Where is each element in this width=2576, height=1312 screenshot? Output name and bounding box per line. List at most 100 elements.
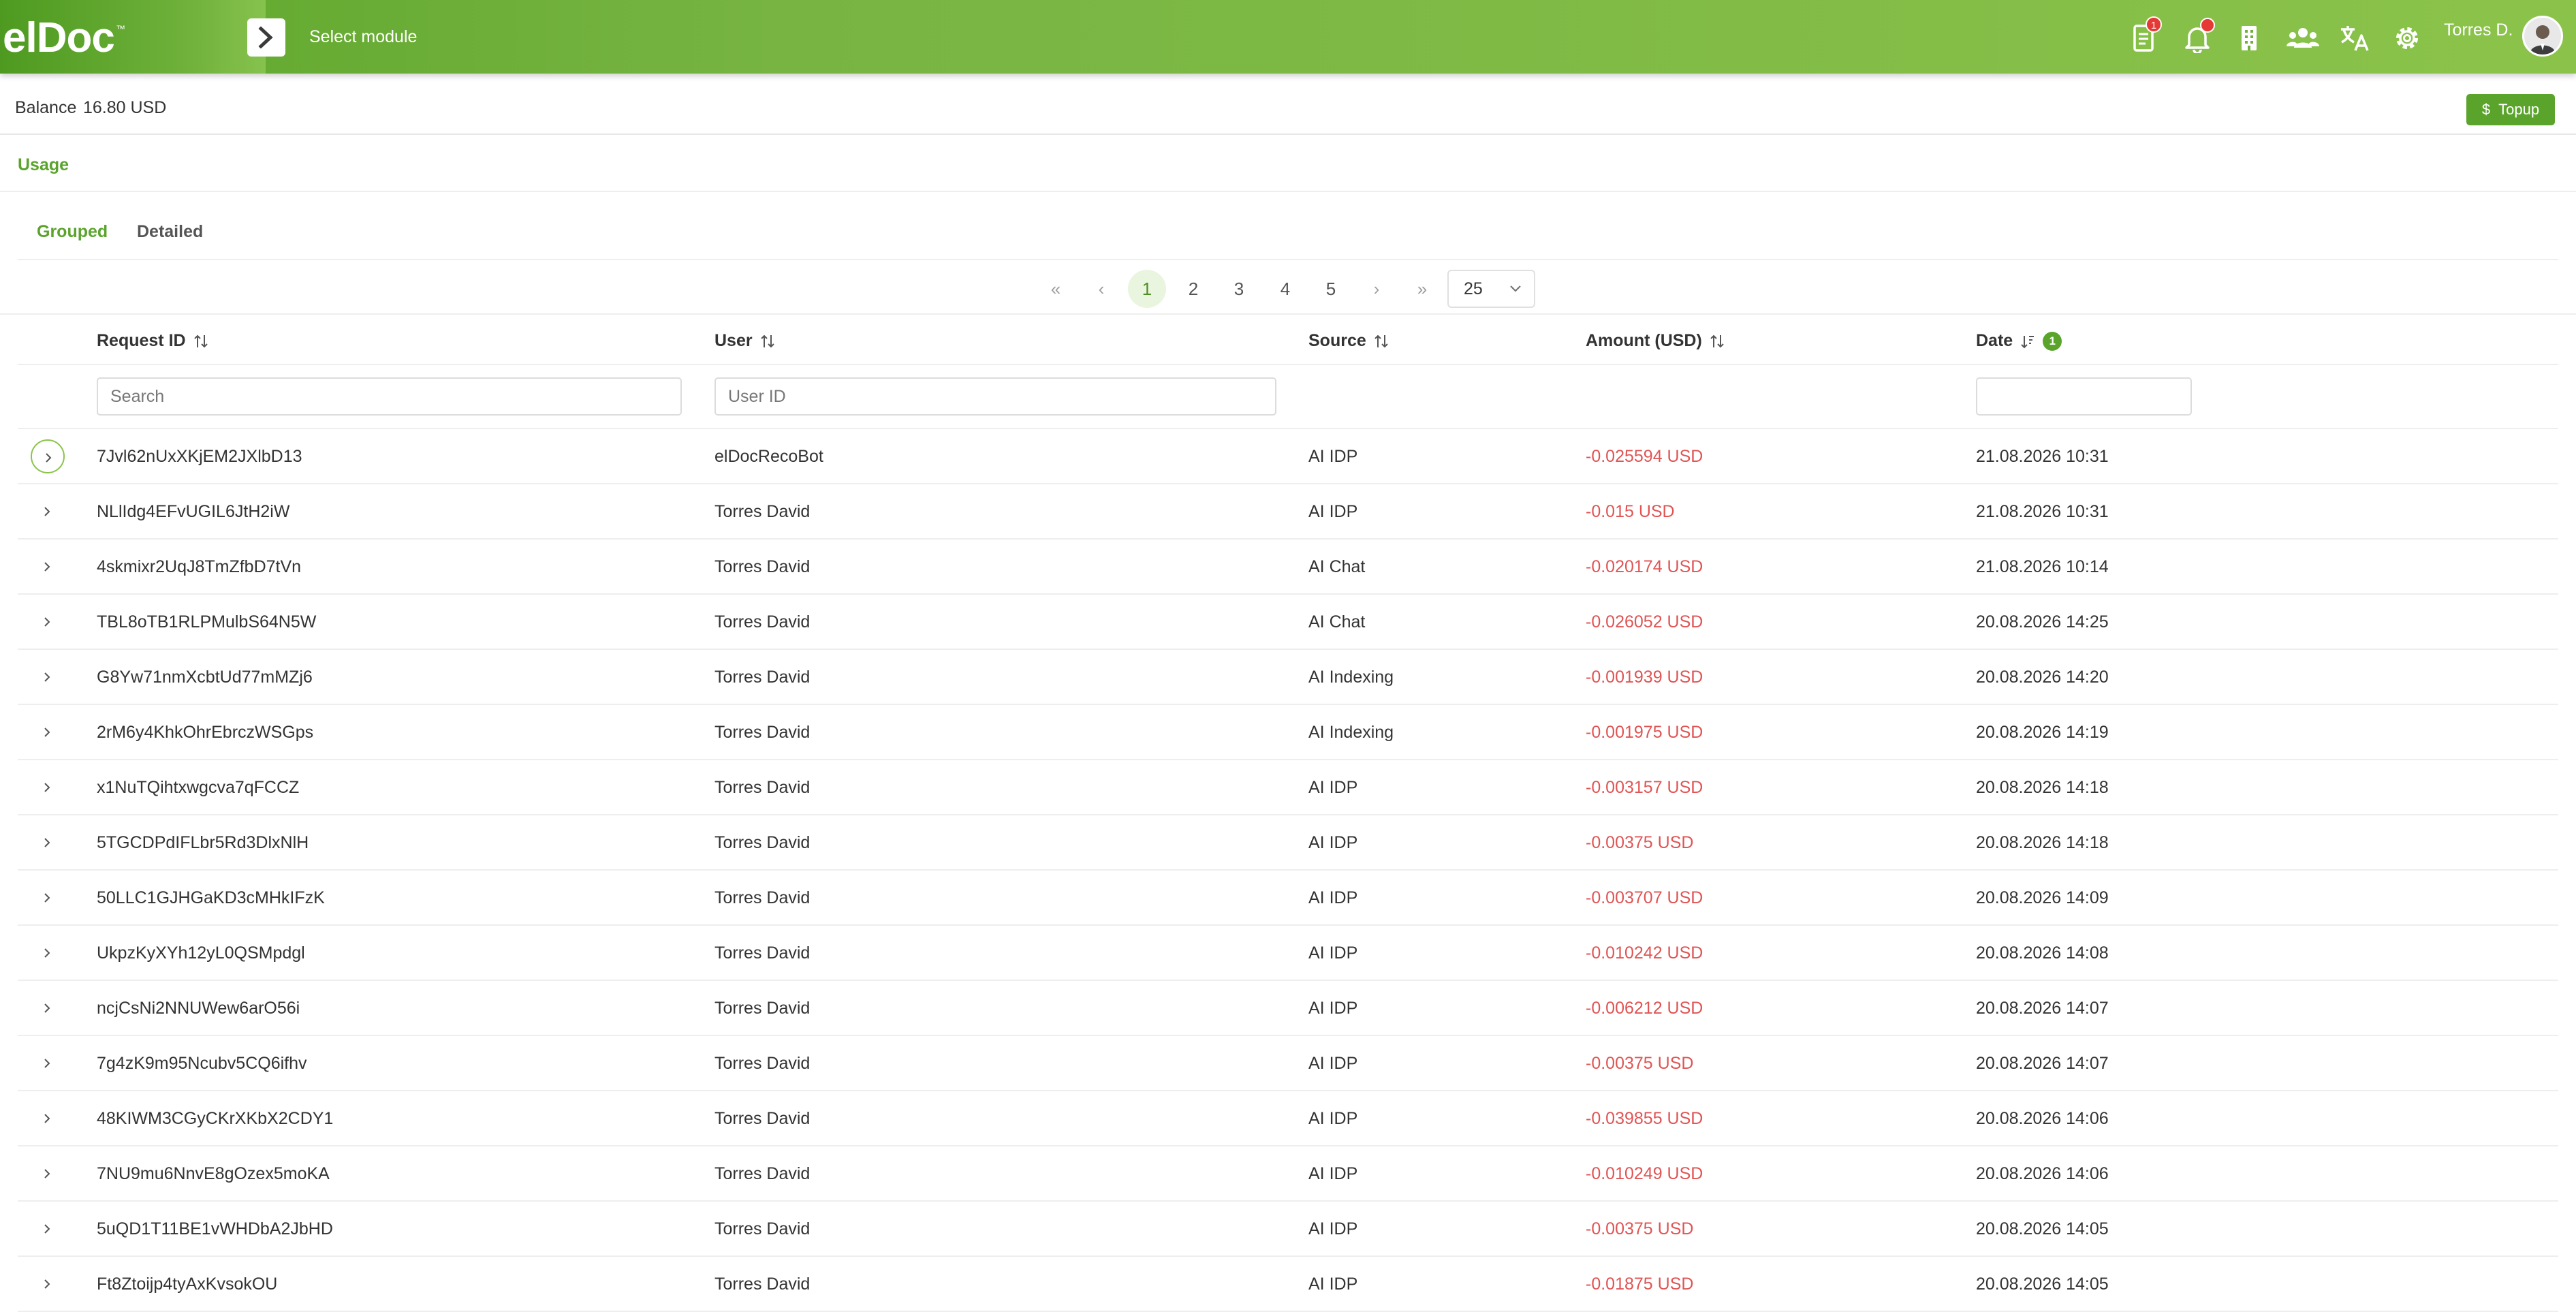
topup-button[interactable]: $ Topup — [2466, 94, 2555, 125]
expand-row-button[interactable] — [31, 495, 65, 529]
page-button-5[interactable]: 5 — [1312, 270, 1350, 308]
expand-row-button[interactable] — [31, 715, 65, 749]
chevron-right-icon — [46, 453, 52, 463]
table-row[interactable]: 7NU9mu6NnvE8gOzex5moKA Torres David AI IDP… — [18, 1146, 2558, 1202]
last-page-button[interactable]: » — [1403, 270, 1441, 308]
source-cell: AI IDP — [1308, 1164, 1358, 1183]
table-row[interactable]: 7Jvl62nUxXKjEM2JXlbD13 elDocRecoBot AI IDP… — [18, 429, 2558, 484]
organization-button[interactable] — [2230, 18, 2269, 57]
chevron-right-icon — [44, 562, 50, 572]
table-row[interactable]: 48KIWM3CGyCKrXKbX2CDY1 Torres David AI IDP… — [18, 1091, 2558, 1146]
expand-row-button[interactable] — [31, 439, 65, 473]
table-row[interactable]: 5TGCDPdIFLbr5Rd3DlxNlH Torres David AI IDP… — [18, 815, 2558, 871]
expand-row-button[interactable] — [31, 660, 65, 694]
column-header-source[interactable]: Source — [1308, 331, 1388, 351]
gear-icon — [2396, 27, 2418, 49]
expand-row-button[interactable] — [31, 1102, 65, 1136]
source-cell: AI IDP — [1308, 833, 1358, 852]
request-id-cell: 2rM6y4KhkOhrEbrczWSGps — [97, 723, 314, 742]
select-module-button[interactable] — [247, 18, 285, 57]
user-id-filter-input[interactable] — [714, 377, 1276, 416]
chevron-right-icon — [44, 672, 50, 682]
table-row[interactable]: 5uQD1T11BE1vWHDbA2JbHD Torres David AI IDP… — [18, 1202, 2558, 1257]
language-button[interactable] — [2334, 18, 2373, 57]
date-cell: 21.08.2026 10:14 — [1976, 557, 2109, 576]
chevron-right-icon — [44, 783, 50, 792]
request-id-cell: 5TGCDPdIFLbr5Rd3DlxNlH — [97, 833, 309, 852]
settings-button[interactable] — [2387, 18, 2426, 57]
table-row[interactable]: Ft8Ztoijp4tyAxKvsokOU Torres David AI IDP -… — [18, 1257, 2558, 1312]
rows-per-page-value: 25 — [1464, 279, 1483, 298]
table-row[interactable]: TBL8oTB1RLPMulbS64N5W Torres David AI Chat… — [18, 595, 2558, 650]
table-row[interactable]: NLlIdg4EFvUGIL6JtH2iW Torres David AI IDP -… — [18, 484, 2558, 540]
page-title: Usage — [18, 155, 69, 174]
tab-detailed[interactable]: Detailed — [137, 222, 203, 251]
app-logo[interactable]: elDoc — [3, 14, 115, 62]
request-id-search-input[interactable] — [97, 377, 682, 416]
expand-row-button[interactable] — [31, 605, 65, 639]
table-row[interactable]: 7g4zK9m95Ncubv5CQ6ifhv Torres David AI IDP… — [18, 1036, 2558, 1091]
request-id-cell: UkpzKyXYh12yL0QSMpdgl — [97, 943, 305, 963]
notifications-button[interactable] — [2177, 18, 2216, 57]
page-button-1[interactable]: 1 — [1128, 270, 1166, 308]
column-header-request-id[interactable]: Request ID — [97, 331, 208, 351]
amount-cell: -0.020174 USD — [1586, 557, 1703, 576]
table-row[interactable]: x1NuTQihtxwgcva7qFCCZ Torres David AI IDP -… — [18, 760, 2558, 815]
first-page-button[interactable]: « — [1037, 270, 1075, 308]
amount-cell: -0.001975 USD — [1586, 723, 1703, 742]
request-id-cell: 48KIWM3CGyCKrXKbX2CDY1 — [97, 1109, 334, 1128]
expand-row-button[interactable] — [31, 1212, 65, 1246]
select-module-label[interactable]: Select module — [309, 27, 417, 47]
table-row[interactable]: UkpzKyXYh12yL0QSMpdgl Torres David AI IDP -… — [18, 926, 2558, 981]
chevron-right-icon — [44, 1169, 50, 1178]
amount-cell: -0.039855 USD — [1586, 1109, 1703, 1128]
balance-label: Balance — [15, 98, 77, 117]
page-button-2[interactable]: 2 — [1174, 270, 1212, 308]
expand-row-button[interactable] — [31, 1157, 65, 1191]
amount-cell: -0.010249 USD — [1586, 1164, 1703, 1183]
expand-row-button[interactable] — [31, 991, 65, 1025]
date-cell: 20.08.2026 14:05 — [1976, 1275, 2109, 1294]
table-row[interactable]: ncjCsNi2NNUWew6arO56i Torres David AI IDP -… — [18, 981, 2558, 1036]
table-body: 7Jvl62nUxXKjEM2JXlbD13 elDocRecoBot AI IDP… — [18, 429, 2558, 1312]
table-row[interactable]: 4skmixr2UqJ8TmZfbD7tVn Torres David AI Cha… — [18, 540, 2558, 595]
expand-row-button[interactable] — [31, 1046, 65, 1080]
sort-icon — [193, 334, 208, 347]
expand-row-button[interactable] — [31, 881, 65, 915]
source-cell: AI IDP — [1308, 888, 1358, 907]
column-header-date[interactable]: Date 1 — [1976, 331, 2062, 351]
expand-row-button[interactable] — [31, 550, 65, 584]
avatar[interactable] — [2522, 16, 2563, 57]
request-id-cell: NLlIdg4EFvUGIL6JtH2iW — [97, 502, 290, 521]
users-button[interactable] — [2280, 18, 2320, 57]
amount-cell: -0.003707 USD — [1586, 888, 1703, 907]
next-page-button[interactable]: › — [1357, 270, 1396, 308]
column-header-amount[interactable]: Amount (USD) — [1586, 331, 1724, 351]
sort-order-badge: 1 — [2043, 331, 2062, 351]
rows-per-page-select[interactable]: 25 — [1447, 270, 1535, 308]
amount-cell: -0.001939 USD — [1586, 668, 1703, 687]
page-button-3[interactable]: 3 — [1220, 270, 1258, 308]
expand-row-button[interactable] — [31, 826, 65, 860]
date-filter-input[interactable] — [1976, 377, 2192, 416]
user-name[interactable]: Torres D. — [2444, 20, 2513, 40]
user-cell: Torres David — [714, 778, 811, 797]
prev-page-button[interactable]: ‹ — [1082, 270, 1120, 308]
expand-row-button[interactable] — [31, 770, 65, 805]
table-row[interactable]: 50LLC1GJHGaKD3cMHkIFzK Torres David AI IDP… — [18, 871, 2558, 926]
request-id-cell: 7Jvl62nUxXKjEM2JXlbD13 — [97, 447, 302, 466]
table-header: Request ID User Source Amount (USD) Date — [18, 316, 2558, 365]
balance-value: 16.80 USD — [83, 98, 167, 117]
tab-grouped[interactable]: Grouped — [37, 222, 108, 251]
expand-row-button[interactable] — [31, 1267, 65, 1301]
table-row[interactable]: 2rM6y4KhkOhrEbrczWSGps Torres David AI Ind… — [18, 705, 2558, 760]
amount-cell: -0.003157 USD — [1586, 778, 1703, 797]
table-row[interactable]: G8Yw71nmXcbtUd77mMZj6 Torres David AI Inde… — [18, 650, 2558, 705]
date-cell: 20.08.2026 14:25 — [1976, 612, 2109, 631]
documents-button[interactable]: 1 — [2125, 16, 2165, 57]
page-button-4[interactable]: 4 — [1266, 270, 1304, 308]
expand-row-button[interactable] — [31, 936, 65, 970]
user-cell: Torres David — [714, 1275, 811, 1294]
source-cell: AI IDP — [1308, 1275, 1358, 1294]
column-header-user[interactable]: User — [714, 331, 774, 351]
